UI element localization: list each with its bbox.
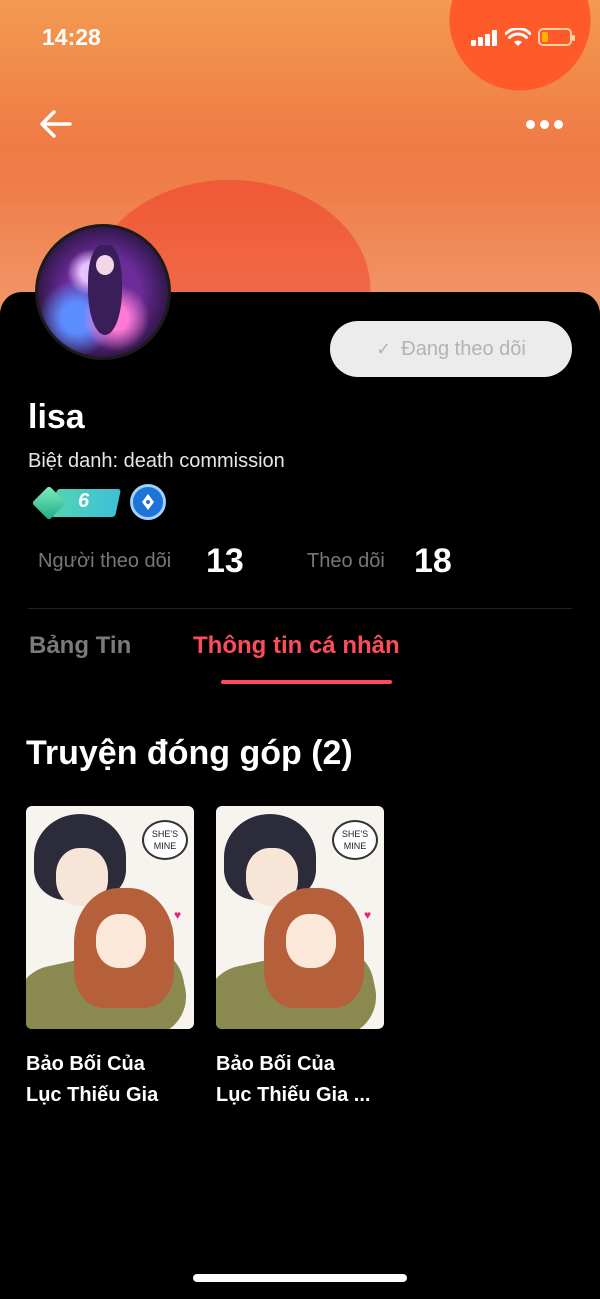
following-label[interactable]: Theo dõi: [307, 550, 385, 573]
profile-card: [0, 292, 600, 1299]
tab-personal-info[interactable]: Thông tin cá nhân: [193, 632, 400, 660]
follow-stats: Người theo dõi 13 Theo dõi 18: [38, 540, 568, 584]
battery-icon: [538, 28, 575, 46]
more-dots-icon[interactable]: [522, 110, 566, 138]
arrow-left-icon[interactable]: [36, 104, 76, 144]
battery-level: [542, 32, 548, 42]
speech-bubble-text: SHE'S MINE: [332, 820, 378, 860]
following-button-label: Đang theo dõi: [401, 337, 526, 360]
followers-label[interactable]: Người theo dõi: [38, 550, 171, 573]
following-count[interactable]: 18: [414, 542, 452, 581]
following-button[interactable]: ✓ Đang theo dõi: [330, 321, 572, 377]
cellular-signal-icon: [471, 30, 499, 46]
nickname: Biệt danh: death commission: [28, 450, 285, 472]
book-cover[interactable]: SHE'S MINE ♥: [26, 806, 194, 1029]
pen-icon[interactable]: [130, 484, 166, 520]
level-number: 6: [78, 490, 90, 512]
home-indicator[interactable]: [193, 1274, 407, 1282]
book-cover[interactable]: SHE'S MINE ♥: [216, 806, 384, 1029]
heart-icon: ♥: [364, 908, 372, 922]
level-badge[interactable]: 6: [31, 485, 121, 521]
check-icon: ✓: [376, 338, 392, 359]
status-bar: 14:28: [0, 0, 600, 74]
book-card[interactable]: SHE'S MINE ♥ Bảo Bối Của Lục Thiếu Gia: [26, 806, 194, 1111]
avatar[interactable]: [35, 224, 171, 360]
heart-icon: ♥: [174, 908, 182, 922]
book-title[interactable]: Bảo Bối Của Lục Thiếu Gia ...: [216, 1049, 384, 1111]
status-time: 14:28: [42, 24, 101, 50]
contributed-stories-title: Truyện đóng góp (2): [26, 734, 353, 772]
wifi-icon: [505, 28, 531, 46]
speech-bubble-text: SHE'S MINE: [142, 820, 188, 860]
username: lisa: [28, 398, 85, 436]
divider: [28, 608, 572, 609]
active-tab-indicator: [221, 680, 392, 684]
book-title[interactable]: Bảo Bối Của Lục Thiếu Gia: [26, 1049, 194, 1111]
tab-feed[interactable]: Bảng Tin: [29, 632, 131, 660]
followers-count[interactable]: 13: [206, 542, 244, 581]
book-card[interactable]: SHE'S MINE ♥ Bảo Bối Của Lục Thiếu Gia .…: [216, 806, 384, 1111]
